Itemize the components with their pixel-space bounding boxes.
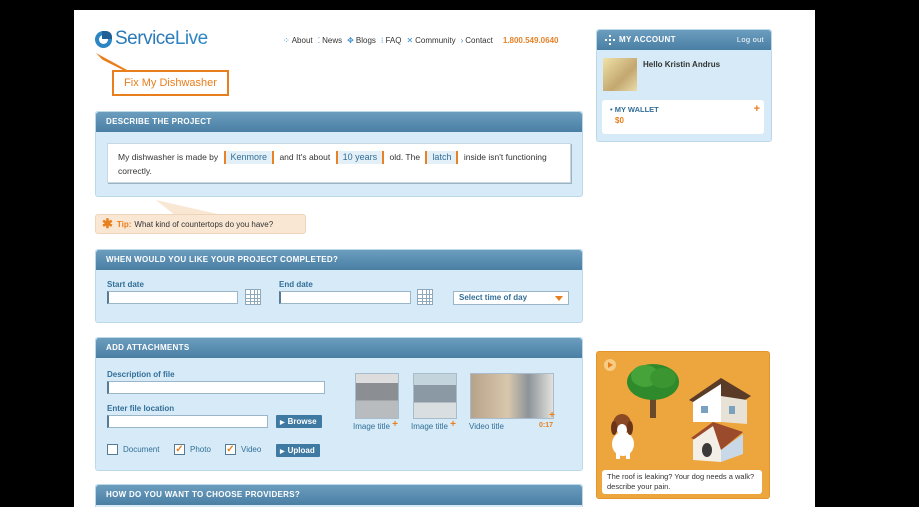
thumb-caption: Image title [353,422,390,431]
nav-contact[interactable]: › Contact [461,36,493,45]
bullet-icon: • [610,105,613,114]
browse-button[interactable]: ▶ Browse [276,415,322,428]
providers-panel: HOW DO YOU WANT TO CHOOSE PROVIDERS? [95,484,583,507]
servicelive-logo[interactable]: ServiceLive [95,28,208,50]
dog-icon [611,414,634,459]
dots-icon: ⁚ [317,36,321,45]
diamond-icon: ✥ [347,36,354,45]
greeting: Hello Kristin Andrus [643,60,721,69]
file-location-input[interactable] [107,415,268,428]
play-icon[interactable] [604,359,616,371]
attachment-video-thumb[interactable] [470,373,554,419]
end-date-input[interactable] [279,291,411,304]
sentence-part: and It's about [279,152,331,162]
age-fill-in[interactable]: 10 years [335,151,385,164]
nav-faq[interactable]: ⁝ FAQ [381,36,402,45]
time-of-day-select[interactable]: Select time of day [453,291,569,305]
file-location-label: Enter file location [107,404,175,413]
tip-box: ✱ Tip: What kind of countertops do you h… [95,214,306,234]
promo-box[interactable]: The roof is leaking? Your dog needs a wa… [596,351,770,499]
play-arrow-icon: ▶ [280,449,285,455]
tip-label: Tip: [116,219,132,229]
avatar[interactable] [603,58,637,91]
schedule-heading: WHEN WOULD YOU LIKE YOUR PROJECT COMPLET… [96,250,582,270]
start-date-input[interactable] [107,291,238,304]
end-calendar-icon[interactable] [417,289,433,305]
photo-checkbox[interactable]: ✓ Photo [174,444,211,455]
sentence-part: old. The [389,152,421,162]
my-account-title: MY ACCOUNT [619,35,676,44]
add-icon[interactable]: + [548,411,556,421]
attachments-panel: ADD ATTACHMENTS Description of file Ente… [95,337,583,471]
faq-icon: ⁝ [380,36,384,45]
logo-mark-icon [95,30,112,48]
nav-community[interactable]: ✕ Community [406,36,455,45]
brand-fill-in[interactable]: Kenmore [223,151,275,164]
my-account-panel: MY ACCOUNT Log out Hello Kristin Andrus … [596,29,772,142]
chevron-down-icon [555,296,563,301]
video-duration: 0:17 [539,422,554,429]
grid-icon: ⁘ [283,36,290,45]
nav-about[interactable]: ⁘ About [283,36,313,45]
add-icon[interactable]: + [391,420,399,430]
wallet-box: • MY WALLET $0 + [602,100,764,134]
providers-heading: HOW DO YOU WANT TO CHOOSE PROVIDERS? [96,485,582,505]
house-icon [689,378,751,424]
part-fill-in[interactable]: latch [425,151,459,164]
sentence-part: My dishwasher is made by [118,152,219,162]
asterisk-icon: ✱ [102,216,113,231]
video-checkbox[interactable]: ✓ Video [225,444,261,455]
nav-news[interactable]: ⁚ News [318,36,343,45]
document-checkbox[interactable]: Document [107,444,159,455]
my-account-header: MY ACCOUNT Log out [597,30,771,50]
upload-button[interactable]: ▶ Upload [276,444,320,457]
project-sentence: My dishwasher is made by Kenmore and It'… [107,143,571,183]
add-funds-icon[interactable]: + [754,103,760,115]
file-description-label: Description of file [107,370,175,379]
account-diamond-icon [605,35,615,45]
cross-icon: ✕ [406,36,414,45]
file-description-input[interactable] [107,381,325,394]
project-title-callout: Fix My Dishwasher [112,70,229,96]
tip-text: What kind of countertops do you have? [134,219,274,229]
start-calendar-icon[interactable] [245,289,261,305]
checkmark-icon: ✓ [225,444,236,455]
page: ServiceLive ⁘ About ⁚ News ✥ Blogs ⁝ FAQ ✕ Co… [74,10,815,507]
time-of-day-value: Select time of day [459,293,528,302]
attachments-heading: ADD ATTACHMENTS [96,338,582,358]
describe-project-heading: DESCRIBE THE PROJECT [96,112,582,132]
checkmark-icon: ✓ [174,444,185,455]
add-icon[interactable]: + [449,420,457,430]
thumb-caption: Video title [469,422,504,431]
attachment-image-thumb[interactable] [413,373,457,419]
schedule-panel: WHEN WOULD YOU LIKE YOUR PROJECT COMPLET… [95,249,583,323]
wallet-balance: $0 [615,116,624,125]
arrow-icon: › [460,36,464,45]
logout-link[interactable]: Log out [737,30,764,50]
phone-number: 1.800.549.0640 [502,36,559,45]
doghouse-icon [691,422,743,462]
promo-text: The roof is leaking? Your dog needs a wa… [602,470,762,494]
top-nav: ⁘ About ⁚ News ✥ Blogs ⁝ FAQ ✕ Community › Con… [283,36,558,45]
attachment-image-thumb[interactable] [355,373,399,419]
checkbox-box [107,444,118,455]
logo-text: ServiceLive [115,28,208,49]
wallet-label: • MY WALLET [610,105,659,114]
start-date-label: Start date [107,280,144,289]
end-date-label: End date [279,280,313,289]
describe-project-panel: DESCRIBE THE PROJECT My dishwasher is ma… [95,111,583,197]
nav-blogs[interactable]: ✥ Blogs [347,36,376,45]
play-arrow-icon: ▶ [280,420,285,426]
thumb-caption: Image title [411,422,448,431]
